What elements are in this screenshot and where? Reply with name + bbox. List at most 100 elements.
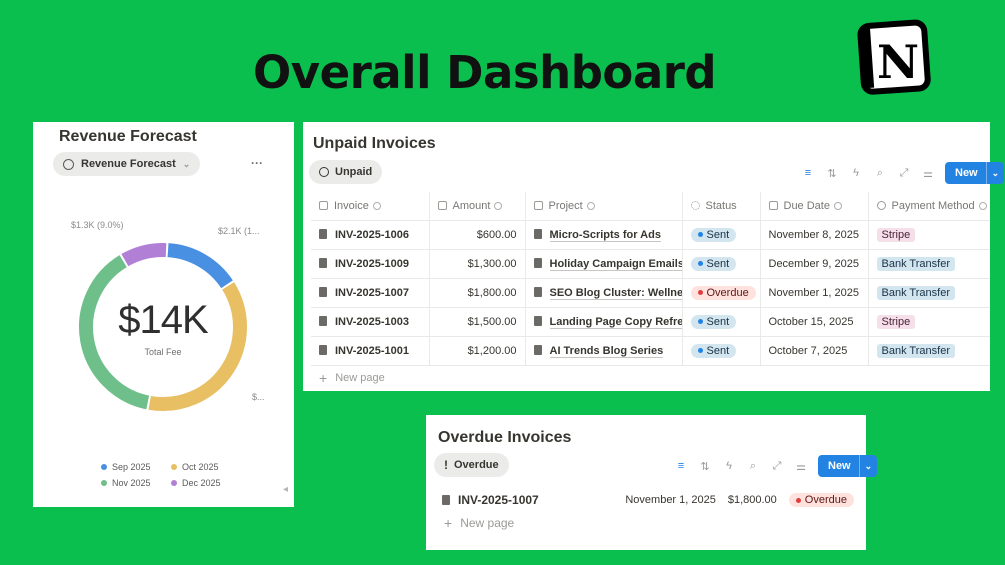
circle-icon xyxy=(319,167,329,177)
number-icon xyxy=(437,200,447,210)
payment-tag: Bank Transfer xyxy=(876,256,955,271)
collapse-left-icon[interactable]: ◂ xyxy=(283,484,288,495)
settings-icon[interactable]: ⚌ xyxy=(921,166,935,180)
chevron-down-icon[interactable]: ⌄ xyxy=(985,162,1005,184)
due-date-cell[interactable]: November 1, 2025 xyxy=(759,278,868,308)
project-cell[interactable]: AI Trends Blog Series xyxy=(524,336,682,366)
total-value: $14K xyxy=(118,297,208,342)
legend-dot xyxy=(101,480,107,486)
new-button[interactable]: New ⌄ xyxy=(818,455,878,477)
amount-cell[interactable]: $600.00 xyxy=(428,220,525,250)
page-icon xyxy=(533,257,542,268)
filter-icon[interactable]: ≡ xyxy=(801,166,815,180)
new-page-button[interactable]: + New page xyxy=(319,370,385,386)
status-cell[interactable]: Sent xyxy=(681,307,760,337)
payment-tag: Bank Transfer xyxy=(876,285,955,300)
unpaid-view-pill[interactable]: Unpaid xyxy=(309,160,383,184)
new-button[interactable]: New ⌄ xyxy=(945,162,1005,184)
due-date-cell[interactable]: December 9, 2025 xyxy=(759,249,868,279)
project-cell[interactable]: SEO Blog Cluster: Wellness xyxy=(524,278,682,308)
column-header-amount[interactable]: Amount xyxy=(428,192,525,221)
table-row[interactable]: INV-2025-1003 $1,500.00 Landing Page Cop… xyxy=(311,307,990,337)
invoice-title[interactable]: INV-2025-1007 xyxy=(458,493,539,507)
invoice-cell[interactable]: INV-2025-1009 xyxy=(311,249,429,279)
invoice-cell[interactable]: INV-2025-1003 xyxy=(311,307,429,337)
payment-method-cell[interactable]: Bank Transfer xyxy=(867,336,990,366)
expand-icon[interactable]: ⤢ xyxy=(770,459,784,473)
due-date-cell[interactable]: October 7, 2025 xyxy=(759,336,868,366)
sort-icon[interactable]: ⇅ xyxy=(698,459,712,473)
payment-tag: Stripe xyxy=(876,314,916,329)
column-header-payment-method[interactable]: Payment Method xyxy=(867,192,990,221)
revenue-view-label: Revenue Forecast xyxy=(81,158,176,170)
project-cell[interactable]: Holiday Campaign Emails xyxy=(524,249,682,279)
invoice-cell[interactable]: INV-2025-1006 xyxy=(311,220,429,250)
status-cell[interactable]: Sent xyxy=(681,220,760,250)
overdue-invoices-panel: Overdue Invoices ! Overdue ≡ ⇅ ϟ ⌕ ⤢ ⚌ N… xyxy=(426,415,878,550)
unpaid-toolbar: ≡ ⇅ ϟ ⌕ ⤢ ⚌ New ⌄ xyxy=(801,162,1005,184)
overdue-view-pill[interactable]: ! Overdue xyxy=(434,453,509,477)
new-page-button[interactable]: + New page xyxy=(444,515,514,531)
status-badge: Sent xyxy=(690,227,737,242)
table-row[interactable]: INV-2025-1009 $1,300.00 Holiday Campaign… xyxy=(311,249,990,279)
page-title: Overall Dashboard xyxy=(253,46,717,99)
legend-item[interactable]: Sep 2025 xyxy=(101,462,171,472)
column-header-due-date[interactable]: Due Date xyxy=(759,192,868,221)
status-badge: Sent xyxy=(690,314,737,329)
table-row[interactable]: INV-2025-1006 $600.00 Micro-Scripts for … xyxy=(311,220,990,250)
search-icon[interactable]: ⌕ xyxy=(873,166,887,180)
expand-icon[interactable]: ⤢ xyxy=(897,166,911,180)
slice-label-dec: $1.3K (9.0%) xyxy=(71,220,124,230)
info-icon xyxy=(978,201,987,210)
revenue-view-pill[interactable]: Revenue Forecast ⌄ xyxy=(53,152,201,176)
overdue-view-label: Overdue xyxy=(454,459,499,471)
table-row[interactable]: INV-2025-1007 $1,800.00 SEO Blog Cluster… xyxy=(311,278,990,308)
legend-item[interactable]: Oct 2025 xyxy=(171,462,241,472)
status-cell[interactable]: Overdue xyxy=(681,278,760,308)
project-cell[interactable]: Micro-Scripts for Ads xyxy=(524,220,682,250)
automation-icon[interactable]: ϟ xyxy=(849,166,863,180)
payment-method-cell[interactable]: Stripe xyxy=(867,307,990,337)
doc-icon xyxy=(442,495,450,505)
unpaid-panel-title: Unpaid Invoices xyxy=(313,135,436,152)
more-options-icon[interactable]: ··· xyxy=(251,156,263,170)
payment-method-cell[interactable]: Stripe xyxy=(867,220,990,250)
status-badge: Sent xyxy=(690,343,737,358)
chevron-down-icon[interactable]: ⌄ xyxy=(858,455,878,477)
legend-dot xyxy=(171,464,177,470)
amount-cell[interactable]: $1,500.00 xyxy=(428,307,525,337)
status-cell[interactable]: Sent xyxy=(681,336,760,366)
column-header-project[interactable]: Project xyxy=(524,192,682,221)
chart-icon xyxy=(63,158,74,170)
due-date-cell[interactable]: November 8, 2025 xyxy=(759,220,868,250)
project-cell[interactable]: Landing Page Copy Refresh xyxy=(524,307,682,337)
invoice-cell[interactable]: INV-2025-1001 xyxy=(311,336,429,366)
filter-icon[interactable]: ≡ xyxy=(674,459,688,473)
settings-icon[interactable]: ⚌ xyxy=(794,459,808,473)
due-date-cell[interactable]: October 15, 2025 xyxy=(759,307,868,337)
slice-label-sep: $2.1K (1... xyxy=(218,226,260,236)
automation-icon[interactable]: ϟ xyxy=(722,459,736,473)
info-icon xyxy=(833,201,842,210)
legend-item[interactable]: Nov 2025 xyxy=(101,478,171,488)
column-header-status[interactable]: Status xyxy=(681,192,760,221)
amount-cell[interactable]: $1,800.00 xyxy=(428,278,525,308)
page-icon xyxy=(533,344,542,355)
unpaid-view-label: Unpaid xyxy=(335,166,373,178)
list-item[interactable]: INV-2025-1007 November 1, 2025 $1,800.00… xyxy=(442,490,854,510)
legend-item[interactable]: Dec 2025 xyxy=(171,478,241,488)
search-icon[interactable]: ⌕ xyxy=(746,459,760,473)
sort-icon[interactable]: ⇅ xyxy=(825,166,839,180)
table-row[interactable]: INV-2025-1001 $1,200.00 AI Trends Blog S… xyxy=(311,336,990,366)
payment-tag: Bank Transfer xyxy=(876,343,955,358)
amount-cell[interactable]: $1,200.00 xyxy=(428,336,525,366)
invoice-cell[interactable]: INV-2025-1007 xyxy=(311,278,429,308)
page-icon xyxy=(533,315,542,326)
column-header-invoice[interactable]: Invoice xyxy=(311,192,429,221)
amount-cell[interactable]: $1,300.00 xyxy=(428,249,525,279)
payment-method-cell[interactable]: Bank Transfer xyxy=(867,278,990,308)
status-icon xyxy=(690,200,700,210)
payment-method-cell[interactable]: Bank Transfer xyxy=(867,249,990,279)
status-cell[interactable]: Sent xyxy=(681,249,760,279)
slice-label-oct: $... xyxy=(252,392,265,402)
